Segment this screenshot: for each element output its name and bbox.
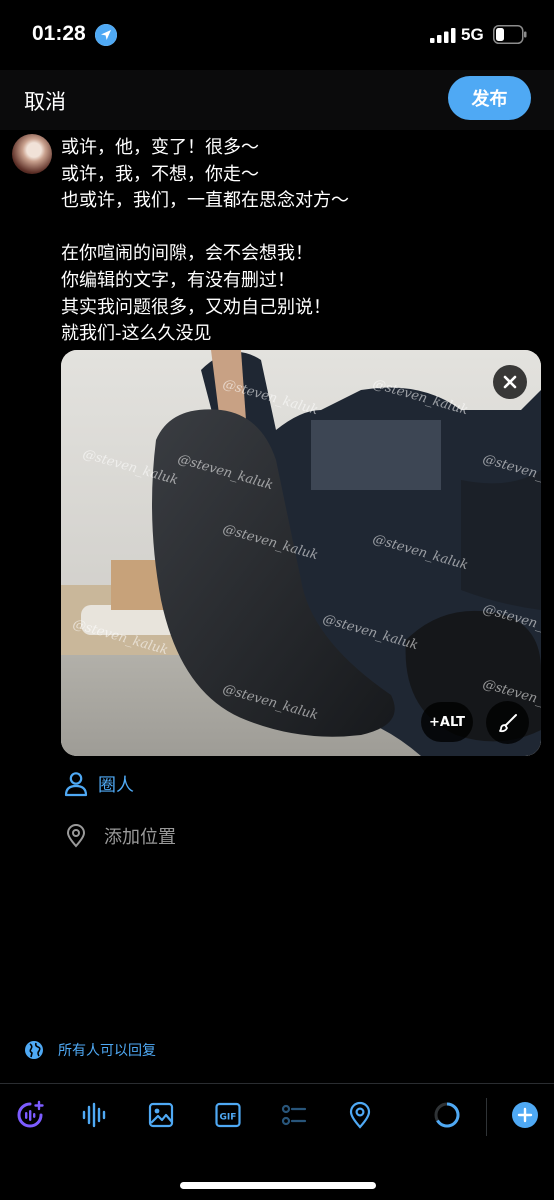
add-image-button[interactable] [146, 1100, 176, 1130]
post-text-input[interactable]: 或许，他，变了！很多～ 或许，我，不想，你走～ 也或许，我们，一直都在思念对方～… [61, 135, 531, 348]
globe-icon [25, 1041, 43, 1059]
status-bar: 01:28 5G [0, 0, 554, 70]
brush-icon [498, 713, 517, 732]
edit-media-button[interactable] [486, 701, 529, 744]
svg-text:GIF: GIF [220, 1113, 237, 1123]
add-location-label: 添加位置 [104, 827, 176, 848]
add-location-toolbar-button[interactable] [345, 1100, 375, 1130]
audio-button[interactable] [80, 1100, 110, 1130]
compose-toolbar: GIF [0, 1090, 554, 1146]
char-progress-icon [434, 1102, 460, 1128]
grok-button[interactable] [15, 1100, 45, 1130]
grok-sparkle-icon [17, 1100, 44, 1128]
person-icon [64, 772, 88, 797]
tag-people-label: 圈人 [98, 775, 134, 796]
add-poll-button[interactable] [279, 1100, 309, 1130]
publish-button[interactable]: 发布 [448, 76, 531, 120]
cell-signal-icon [430, 28, 456, 43]
avatar [12, 134, 52, 174]
location-pin-icon [349, 1101, 371, 1129]
attached-photo[interactable]: @steven_kaluk @steven_kaluk @steven_kaluk @… [61, 350, 541, 756]
add-alt-text-button[interactable]: +ALT [421, 702, 473, 742]
add-post-button[interactable] [510, 1100, 540, 1130]
close-icon [503, 375, 517, 389]
home-indicator[interactable] [180, 1182, 376, 1189]
location-services-icon [95, 24, 117, 46]
reply-setting-label: 所有人可以回复 [58, 1043, 156, 1059]
poll-icon [281, 1104, 307, 1126]
tag-people-button[interactable]: 圈人 [64, 768, 134, 800]
cancel-button[interactable]: 取消 [24, 86, 66, 116]
reply-setting-button[interactable]: 所有人可以回复 [24, 1038, 156, 1062]
gif-icon: GIF [215, 1102, 241, 1128]
battery-icon [493, 25, 527, 44]
add-gif-button[interactable]: GIF [213, 1100, 243, 1130]
toolbar-separator [486, 1098, 487, 1136]
network-type: 5G [461, 25, 484, 44]
toolbar-divider [0, 1083, 554, 1084]
add-post-icon [512, 1102, 538, 1128]
image-icon [148, 1102, 174, 1128]
remove-media-button[interactable] [493, 365, 527, 399]
add-location-button[interactable]: 添加位置 [66, 820, 176, 852]
status-time: 01:28 [32, 22, 86, 45]
audio-waveform-icon [82, 1102, 106, 1128]
location-pin-icon [66, 824, 86, 848]
character-counter [432, 1100, 462, 1130]
